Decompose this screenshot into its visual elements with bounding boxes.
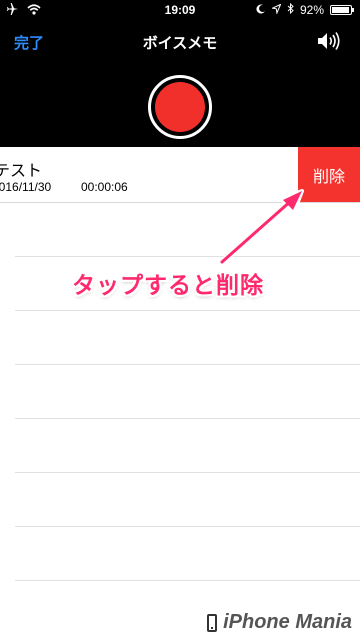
annotation-text: タップすると削除 bbox=[72, 272, 264, 298]
list-separator bbox=[15, 364, 360, 365]
recording-date: 2016/11/30 bbox=[0, 180, 52, 194]
battery-fill bbox=[332, 7, 349, 13]
watermark: iPhone Mania bbox=[207, 611, 352, 634]
speaker-icon[interactable] bbox=[316, 30, 346, 52]
watermark-text: iPhone Mania bbox=[223, 611, 352, 633]
recording-duration: 00:00:06 bbox=[81, 180, 128, 194]
nav-bar: 完了 ボイスメモ bbox=[0, 22, 360, 62]
delete-button[interactable]: 削除 bbox=[298, 147, 360, 202]
list-separator bbox=[15, 418, 360, 419]
list-separator bbox=[15, 472, 360, 473]
list-separator bbox=[15, 580, 360, 581]
status-right: 92% bbox=[256, 2, 354, 17]
moon-icon bbox=[256, 3, 266, 17]
record-button[interactable] bbox=[148, 75, 212, 139]
header-area: 19:09 92% 完了 ボイスメモ bbox=[0, 0, 360, 147]
battery-percent: 92% bbox=[299, 3, 324, 17]
bluetooth-icon bbox=[287, 2, 294, 17]
screen: 19:09 92% 完了 ボイスメモ テスト 016/11/30 00:00:0… bbox=[0, 0, 360, 640]
location-icon bbox=[270, 3, 282, 17]
list-separator bbox=[15, 526, 360, 527]
battery-icon bbox=[330, 5, 354, 15]
recording-title: テスト bbox=[0, 163, 43, 180]
status-bar: 19:09 92% bbox=[0, 0, 360, 20]
list-separator bbox=[15, 310, 360, 311]
record-dot bbox=[155, 82, 205, 132]
list-separator bbox=[15, 256, 360, 257]
page-title: ボイスメモ bbox=[142, 35, 218, 52]
phone-icon bbox=[207, 613, 218, 632]
